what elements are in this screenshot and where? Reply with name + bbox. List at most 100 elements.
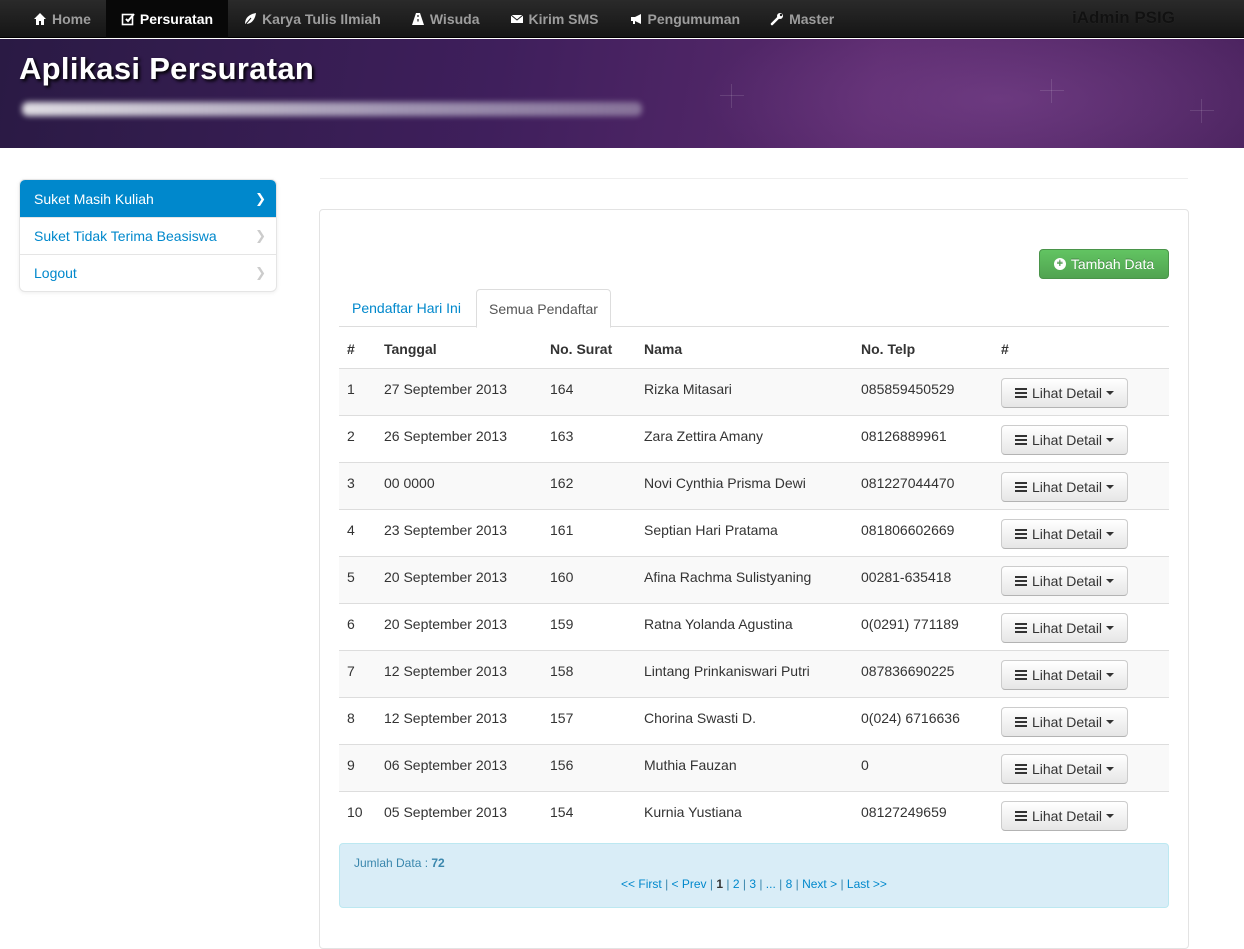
bullhorn-icon [629,12,643,26]
cell-tanggal: 26 September 2013 [384,414,550,462]
cell-action: Lihat Detail [1001,743,1169,791]
lihat-detail-button[interactable]: Lihat Detail [1001,753,1129,784]
sparkle-decoration [1040,79,1064,103]
wrench-icon [770,12,784,26]
leaf-icon [243,12,257,26]
column-header-no: # [347,341,355,358]
blurred-subtitle [22,102,642,116]
nav-item-wisuda[interactable]: Wisuda [396,0,495,38]
registrants-table: # Tanggal No. Surat Nama No. Telp # 1 27 … [339,331,1169,838]
cell-nama: Novi Cynthia Prisma Dewi [644,461,861,509]
sidebar: Suket Masih Kuliah ❯ Suket Tidak Terima … [19,179,277,292]
cell-action: Lihat Detail [1001,790,1169,838]
lihat-detail-button[interactable]: Lihat Detail [1001,800,1129,831]
table-row: 10 05 September 2013 154 Kurnia Yustiana 081… [339,790,1169,838]
caret-down-icon [1106,390,1115,395]
cell-no-telp: 0 [861,743,1001,791]
lihat-detail-button[interactable]: Lihat Detail [1001,471,1129,502]
lihat-detail-button[interactable]: Lihat Detail [1001,424,1129,455]
nav-item-label: Pengumuman [647,11,741,27]
lihat-detail-label: Lihat Detail [1032,807,1103,824]
lihat-detail-label: Lihat Detail [1032,760,1103,777]
cell-no-surat: 163 [550,414,644,462]
table-row: 3 00 0000 162 Novi Cynthia Prisma Dewi 08122… [339,461,1169,509]
sidebar-item-suket-tidak-terima-beasiswa[interactable]: Suket Tidak Terima Beasiswa ❯ [20,217,276,254]
column-header-nama: Nama [644,341,683,358]
nav-item-master[interactable]: Master [755,0,849,38]
table-header-row: # Tanggal No. Surat Nama No. Telp # [339,331,1169,368]
cell-no-surat: 158 [550,649,644,697]
nav-item-home[interactable]: Home [18,0,106,38]
edit-icon [121,12,135,26]
sidebar-item-logout[interactable]: Logout ❯ [20,254,276,291]
page-title: Aplikasi Persuratan [19,51,315,86]
tab-semua-pendaftar[interactable]: Semua Pendaftar [476,289,611,328]
cell-no-surat: 157 [550,696,644,744]
caret-down-icon [1106,484,1115,489]
pager-link[interactable]: << First [621,877,662,891]
cell-no-telp: 081227044470 [861,461,1001,509]
cell-no-surat: 160 [550,555,644,603]
sparkle-decoration [1190,99,1214,123]
lihat-detail-label: Lihat Detail [1032,478,1103,495]
sidebar-item-label: Suket Tidak Terima Beasiswa [34,228,217,244]
pager-link[interactable]: < Prev [672,877,707,891]
cell-no: 5 [339,555,384,603]
nav-item-label: Kirim SMS [528,11,599,27]
nav-item-label: Wisuda [429,11,480,27]
add-data-label: Tambah Data [1070,256,1155,272]
cell-nama: Rizka Mitasari [644,367,861,415]
cell-nama: Septian Hari Pratama [644,508,861,556]
lihat-detail-button[interactable]: Lihat Detail [1001,659,1129,690]
cell-action: Lihat Detail [1001,414,1169,462]
sidebar-item-suket-masih-kuliah[interactable]: Suket Masih Kuliah ❯ [20,180,276,217]
pager-link[interactable]: 3 [749,877,756,891]
caret-down-icon [1106,437,1115,442]
road-icon [411,12,425,26]
lihat-detail-button[interactable]: Lihat Detail [1001,518,1129,549]
list-icon [1015,716,1027,727]
nav-item-pengumuman[interactable]: Pengumuman [614,0,756,38]
pager-separator: | [756,877,766,891]
cell-no-surat: 161 [550,508,644,556]
envelope-icon [510,12,524,26]
tab-pendaftar-hari-ini[interactable]: Pendaftar Hari Ini [340,289,473,327]
pager-separator: | [706,877,717,891]
pager-link[interactable]: Next > [802,877,837,891]
cell-no-telp: 081806602669 [861,508,1001,556]
cell-no-telp: 08126889961 [861,414,1001,462]
tabs: Pendaftar Hari Ini Semua Pendaftar [339,289,1169,328]
pagination: << First | < Prev | 1 | 2 | 3 | ... | 8 … [340,877,1168,891]
plus-circle-icon: + [1053,258,1066,270]
caret-down-icon [1106,813,1115,818]
brand[interactable]: iAdmin PSIG [1072,8,1175,28]
nav-item-label: Persuratan [139,11,214,27]
cell-no: 4 [339,508,384,556]
cell-no-surat: 164 [550,367,644,415]
lihat-detail-button[interactable]: Lihat Detail [1001,565,1129,596]
pager-separator: | [661,877,672,891]
pager-link[interactable]: 2 [733,877,740,891]
pager-link[interactable]: ... [766,877,776,891]
table-row: 7 12 September 2013 158 Lintang Prinkaniswa… [339,649,1169,697]
sparkle-decoration [720,84,744,108]
nav-item-kirim-sms[interactable]: Kirim SMS [495,0,614,38]
lihat-detail-button[interactable]: Lihat Detail [1001,706,1129,737]
cell-no: 6 [339,602,384,650]
caret-down-icon [1106,578,1115,583]
nav-item-persuratan[interactable]: Persuratan [105,0,229,38]
lihat-detail-button[interactable]: Lihat Detail [1001,377,1129,408]
pager-link[interactable]: Last >> [847,877,887,891]
pager-separator: | [837,877,847,891]
total-count-label: Jumlah Data : [354,856,432,870]
cell-no: 8 [339,696,384,744]
list-icon [1015,575,1027,586]
lihat-detail-button[interactable]: Lihat Detail [1001,612,1129,643]
chevron-right-icon: ❯ [255,265,266,280]
column-header-action: # [1001,341,1009,358]
table-row: 9 06 September 2013 156 Muthia Fauzan 0 Lihat… [339,743,1169,791]
cell-tanggal: 20 September 2013 [384,555,550,603]
cell-tanggal: 12 September 2013 [384,696,550,744]
nav-item-karya-tulis-ilmiah[interactable]: Karya Tulis Ilmiah [228,0,396,38]
add-data-button[interactable]: + Tambah Data [1039,249,1169,279]
